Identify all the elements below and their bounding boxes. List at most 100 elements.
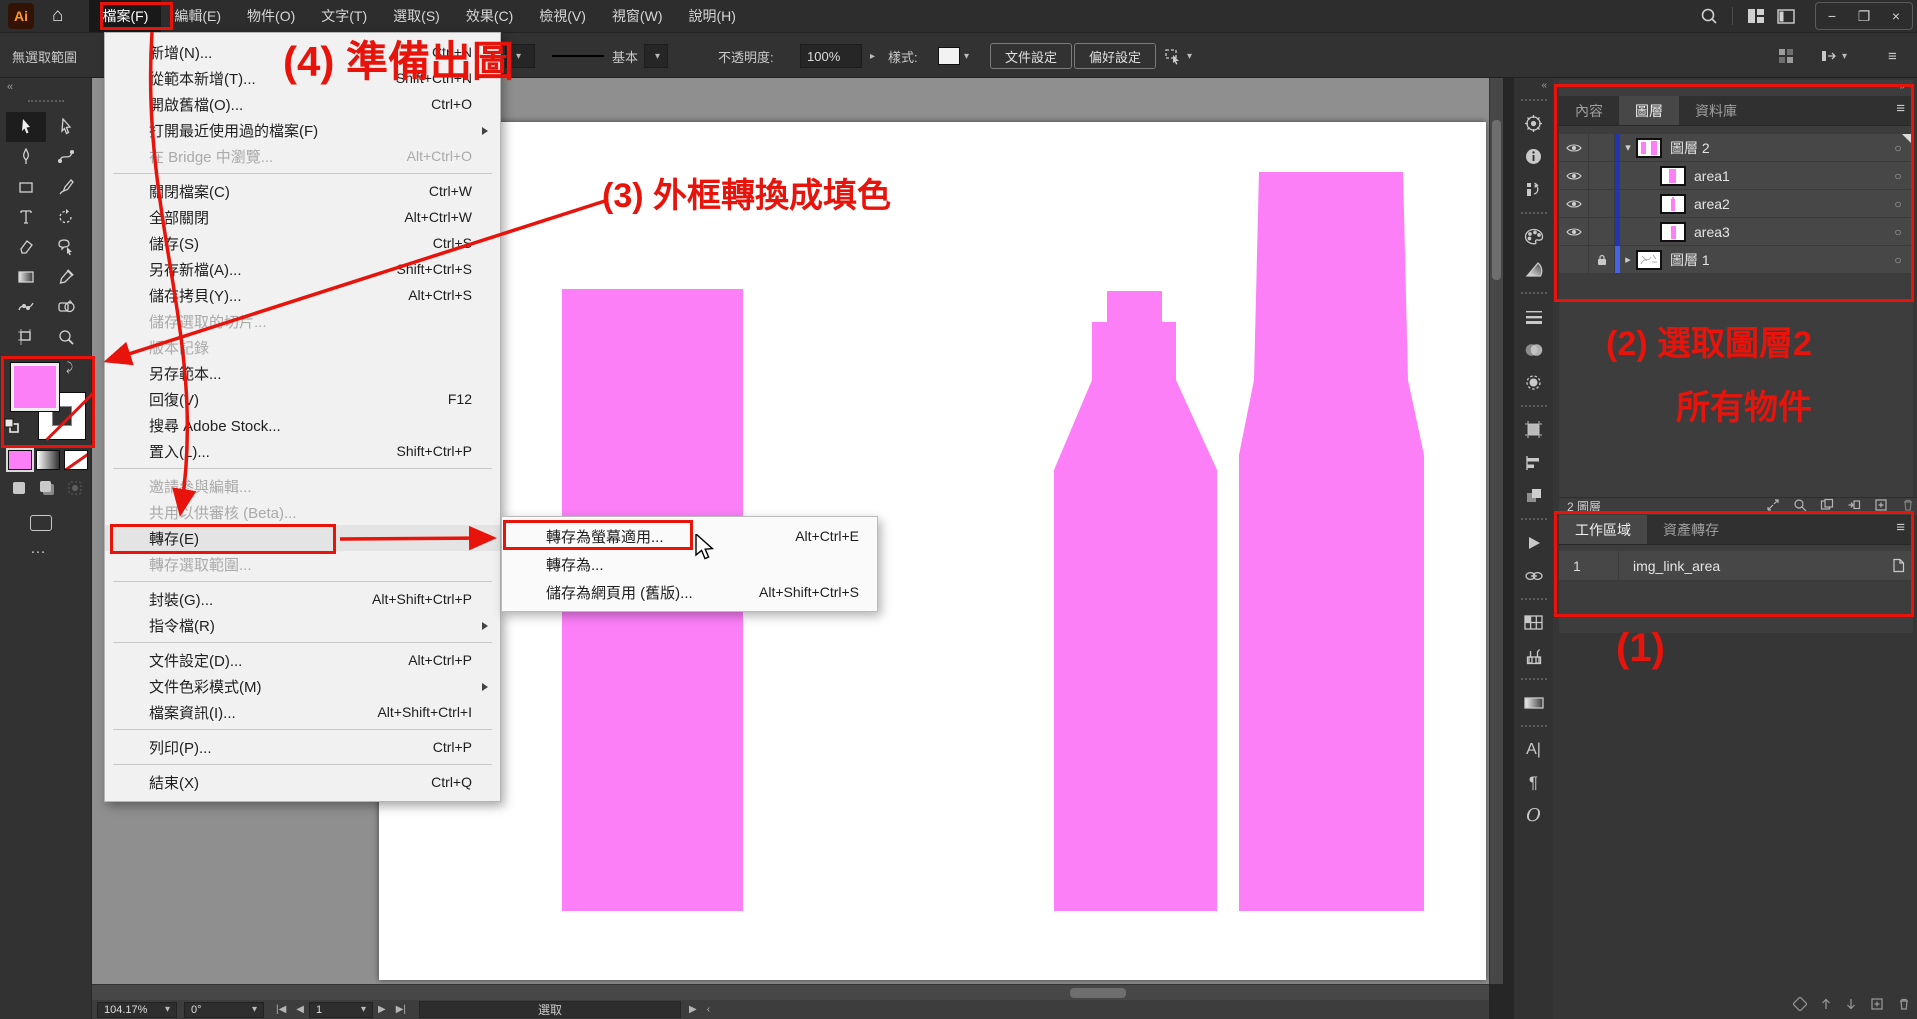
dock-drag-handle[interactable] (1521, 212, 1547, 214)
none-button[interactable] (64, 450, 88, 470)
search-icon[interactable] (1694, 3, 1724, 29)
visibility-toggle[interactable] (1559, 134, 1589, 161)
live-paint-selection-tool[interactable] (46, 232, 86, 262)
visibility-toggle[interactable] (1559, 190, 1589, 217)
layer-row[interactable]: ▸ 圖層 1 ○ (1559, 246, 1913, 274)
object-thumbnail[interactable] (1660, 166, 1686, 186)
dock-drag-handle[interactable] (1521, 405, 1547, 407)
layer-name[interactable]: 圖層 1 (1670, 250, 1883, 270)
version-history-panel-icon[interactable] (1514, 173, 1553, 206)
dock-drag-handle[interactable] (1521, 598, 1547, 600)
horizontal-scrollbar[interactable] (92, 984, 1489, 1000)
selection-tool[interactable] (6, 112, 46, 142)
eyedropper-tool[interactable] (46, 262, 86, 292)
visibility-toggle[interactable] (1559, 162, 1589, 189)
tab-layers[interactable]: 圖層 (1619, 96, 1679, 125)
gradient-panel-icon[interactable] (1514, 686, 1553, 719)
menu-item[interactable]: 置入(L)... Shift+Ctrl+P (105, 438, 500, 464)
zoom-tool[interactable] (46, 322, 86, 352)
tab-artboards[interactable]: 工作區域 (1559, 515, 1647, 544)
transparency-panel-icon[interactable] (1514, 333, 1553, 366)
lock-toggle[interactable] (1589, 162, 1615, 189)
menubar-item[interactable]: 編輯(E) (161, 0, 234, 32)
snap-options-icon[interactable]: ▾ (1820, 33, 1847, 79)
minimize-button[interactable]: − (1816, 8, 1848, 24)
menu-item[interactable]: 另存新檔(A)... Shift+Ctrl+S (105, 256, 500, 282)
artboards-panel-icon[interactable] (1514, 413, 1553, 446)
artboard-name[interactable]: img_link_area (1619, 558, 1883, 574)
panel-menu-icon[interactable]: ≡ (1896, 519, 1905, 536)
brushes-panel-icon[interactable] (1514, 639, 1553, 672)
draw-normal-icon[interactable] (8, 478, 30, 498)
shape-bottle-large[interactable] (1239, 172, 1424, 911)
tab-content[interactable]: 內容 (1559, 96, 1619, 125)
stroke-panel-icon[interactable] (1514, 300, 1553, 333)
submenu-item[interactable]: 儲存為網頁用 (舊版)... Alt+Shift+Ctrl+S (502, 578, 877, 606)
menubar-item[interactable]: 視窗(W) (599, 0, 676, 32)
draw-behind-icon[interactable] (36, 478, 58, 498)
color-button[interactable] (8, 450, 32, 470)
artboard-page-icon[interactable] (1883, 558, 1913, 573)
layer-row[interactable]: area2 ○ (1559, 190, 1913, 218)
isolate-selection-icon[interactable]: ▾ (1163, 33, 1192, 79)
dock-drag-handle[interactable] (1521, 678, 1547, 680)
menu-item[interactable]: 邀請參與編輯... (105, 473, 500, 499)
transform-panel-icon[interactable] (1514, 479, 1553, 512)
eraser-tool[interactable] (6, 232, 46, 262)
artboard-number-field[interactable]: 1▾ (309, 1002, 373, 1018)
menu-item[interactable]: 儲存(S) Ctrl+S (105, 230, 500, 256)
object-name[interactable]: area2 (1694, 196, 1883, 212)
lock-toggle[interactable] (1589, 134, 1615, 161)
target-circle-icon[interactable]: ○ (1883, 225, 1913, 239)
submenu-item[interactable]: 轉存為螢幕適用... Alt+Ctrl+E (502, 522, 877, 550)
lock-toggle[interactable] (1589, 246, 1615, 273)
workspace-switcher-icon[interactable] (1771, 3, 1801, 29)
close-button[interactable]: × (1880, 8, 1912, 24)
rectangle-tool[interactable] (6, 172, 46, 202)
menu-item[interactable]: 在 Bridge 中瀏覽... Alt+Ctrl+O (105, 143, 500, 169)
direct-selection-tool[interactable] (46, 112, 86, 142)
move-up-icon[interactable] (1820, 997, 1832, 1016)
restore-button[interactable]: ❐ (1848, 8, 1880, 25)
opacity-stepper-icon[interactable]: ▸ (870, 51, 875, 62)
collapse-dock-icon[interactable]: « (1514, 78, 1553, 93)
object-thumbnail[interactable] (1660, 222, 1686, 242)
menu-item[interactable]: 回復(V) F12 (105, 386, 500, 412)
layer-thumbnail[interactable] (1636, 250, 1662, 270)
swap-fill-stroke-icon[interactable]: ⤸ (66, 360, 73, 375)
menubar-item[interactable]: 物件(O) (234, 0, 308, 32)
home-icon[interactable]: ⌂ (52, 5, 63, 27)
screen-mode-icon[interactable] (30, 515, 52, 531)
info-panel-icon[interactable] (1514, 140, 1553, 173)
menubar-item[interactable]: 檔案(F) (89, 0, 161, 32)
tab-libraries[interactable]: 資料庫 (1679, 96, 1753, 125)
delete-artboard-icon[interactable] (1897, 997, 1911, 1016)
dock-drag-handle[interactable] (1521, 292, 1547, 294)
target-circle-icon[interactable]: ○ (1883, 169, 1913, 183)
new-layer-icon[interactable] (1874, 498, 1888, 515)
collapse-toolbar-icon[interactable]: « (7, 81, 12, 93)
default-fill-stroke-icon[interactable] (4, 418, 20, 434)
edit-toolbar-icon[interactable]: … (30, 540, 46, 558)
layer-name[interactable]: 圖層 2 (1670, 138, 1883, 158)
target-circle-icon[interactable]: ○ (1883, 253, 1913, 267)
illustrator-logo-icon[interactable]: Ai (8, 3, 34, 29)
menu-item[interactable]: 打開最近使用過的檔案(F) (105, 117, 500, 143)
move-down-icon[interactable] (1845, 997, 1857, 1016)
control-bar-menu-icon[interactable]: ≡ (1888, 33, 1897, 79)
dock-drag-handle[interactable] (1521, 518, 1547, 520)
rotate-tool[interactable] (46, 202, 86, 232)
tab-asset-export[interactable]: 資產轉存 (1647, 515, 1735, 544)
first-artboard-icon[interactable]: |◀ (276, 1004, 286, 1015)
gradient-button[interactable] (36, 450, 60, 470)
menubar-item[interactable]: 檢視(V) (526, 0, 599, 32)
new-artboard-icon[interactable] (1870, 997, 1884, 1016)
menu-item[interactable]: 列印(P)... Ctrl+P (105, 734, 500, 760)
color-guide-panel-icon[interactable] (1514, 253, 1553, 286)
width-tool[interactable] (6, 292, 46, 322)
align-panel-icon[interactable] (1778, 33, 1794, 79)
lock-toggle[interactable] (1589, 190, 1615, 217)
menubar-item[interactable]: 效果(C) (453, 0, 526, 32)
layer-thumbnail[interactable] (1636, 138, 1662, 158)
dock-drag-handle[interactable] (1521, 99, 1547, 101)
